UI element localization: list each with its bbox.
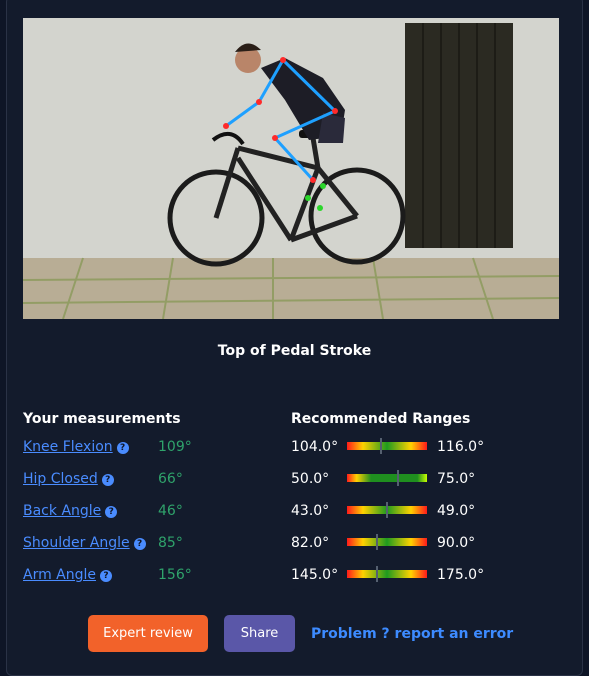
back-angle-marker [386, 502, 388, 518]
knee-flexion-range-bar [347, 438, 427, 454]
knee-flexion-marker [380, 438, 382, 454]
hip-closed-label: Hip Closed [23, 471, 98, 487]
hip-closed-link[interactable]: Hip Closed? [23, 471, 114, 487]
hip-closed-range-max: 75.0° [437, 471, 476, 487]
back-angle-range-min: 43.0° [291, 503, 330, 519]
shoulder-angle-value: 85° [158, 535, 183, 551]
arm-angle-label: Arm Angle [23, 567, 97, 583]
stroke-position-title: Top of Pedal Stroke [217, 343, 372, 359]
shoulder-angle-marker [376, 534, 378, 550]
cyclist-photo-illustration [23, 18, 559, 319]
help-icon[interactable]: ? [116, 442, 129, 454]
measurement-row-shoulder-angle: Shoulder Angle? 85° 82.0° 90.0° [0, 533, 589, 555]
arm-angle-marker [376, 566, 378, 582]
shoulder-angle-label: Shoulder Angle [23, 535, 130, 551]
knee-flexion-range-min: 104.0° [291, 439, 339, 455]
share-button[interactable]: Share [224, 615, 295, 652]
help-icon[interactable]: ? [100, 570, 113, 582]
measurement-row-back-angle: Back Angle? 46° 43.0° 49.0° [0, 501, 589, 523]
help-icon[interactable]: ? [133, 538, 146, 550]
hip-closed-value: 66° [158, 471, 183, 487]
arm-angle-range-max: 175.0° [437, 567, 485, 583]
shoulder-angle-link[interactable]: Shoulder Angle? [23, 535, 146, 551]
cyclist-photo [23, 18, 559, 319]
hip-closed-range-bar [347, 470, 427, 486]
expert-review-button[interactable]: Expert review [88, 615, 208, 652]
shoulder-angle-range-bar [347, 534, 427, 550]
knee-flexion-value: 109° [158, 439, 192, 455]
measurement-row-hip-closed: Hip Closed? 66° 50.0° 75.0° [0, 469, 589, 491]
back-angle-value: 46° [158, 503, 183, 519]
arm-angle-range-bar [347, 566, 427, 582]
back-angle-link[interactable]: Back Angle? [23, 503, 118, 519]
arm-angle-value: 156° [158, 567, 192, 583]
arm-angle-link[interactable]: Arm Angle? [23, 567, 113, 583]
hip-closed-range-min: 50.0° [291, 471, 330, 487]
measurement-row-knee-flexion: Knee Flexion? 109° 104.0° 116.0° [0, 437, 589, 459]
help-icon[interactable]: ? [101, 474, 114, 486]
recommended-ranges-header: Recommended Ranges [291, 411, 471, 427]
back-angle-label: Back Angle [23, 503, 102, 519]
arm-angle-range-min: 145.0° [291, 567, 339, 583]
help-icon[interactable]: ? [105, 506, 118, 518]
back-angle-range-bar [347, 502, 427, 518]
shoulder-angle-range-max: 90.0° [437, 535, 476, 551]
shoulder-angle-range-min: 82.0° [291, 535, 330, 551]
report-error-link[interactable]: Problem ? report an error [311, 626, 513, 642]
measurements-header: Your measurements [23, 411, 181, 427]
measurement-row-arm-angle: Arm Angle? 156° 145.0° 175.0° [0, 565, 589, 587]
back-angle-range-max: 49.0° [437, 503, 476, 519]
knee-flexion-label: Knee Flexion [23, 439, 113, 455]
hip-closed-marker [397, 470, 399, 486]
knee-flexion-range-max: 116.0° [437, 439, 485, 455]
knee-flexion-link[interactable]: Knee Flexion? [23, 439, 129, 455]
